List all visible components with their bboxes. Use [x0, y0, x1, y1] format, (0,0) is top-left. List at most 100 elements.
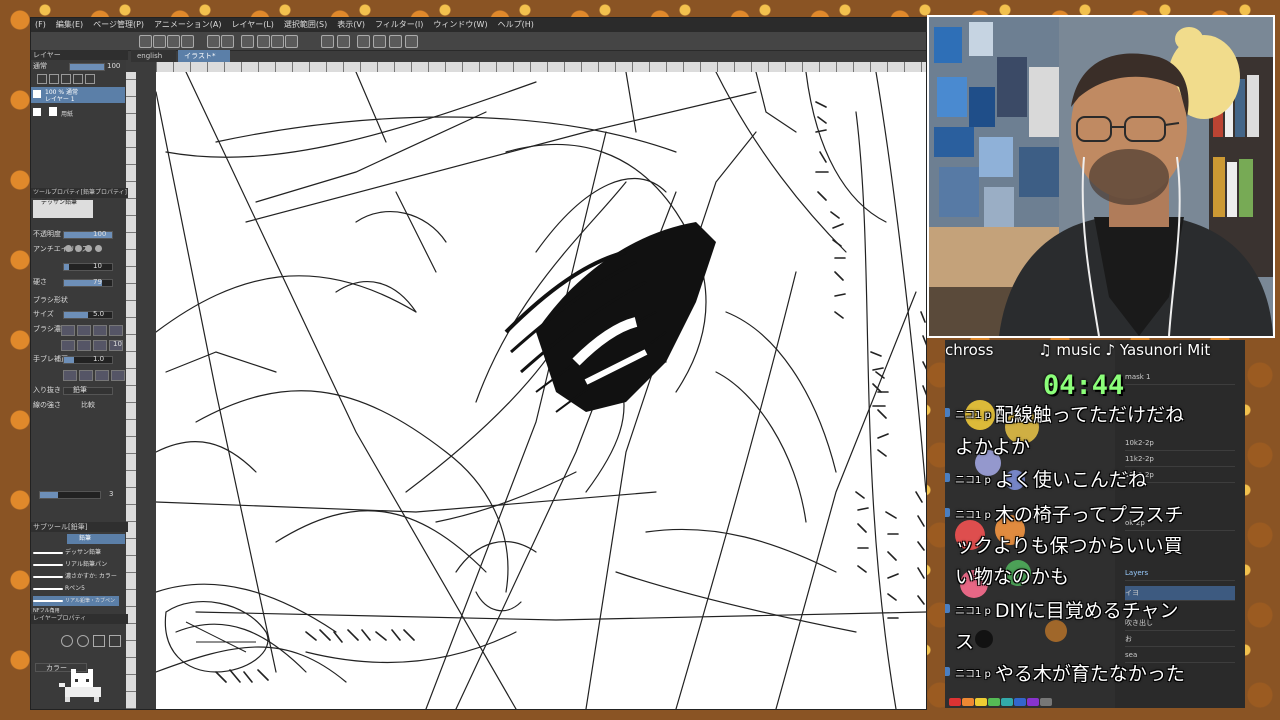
tab-english[interactable]: english: [131, 50, 177, 62]
menu-animation[interactable]: アニメーション(A): [154, 18, 221, 32]
stream-timer: 04:44: [1043, 370, 1125, 401]
sub-tool-tab-pencil[interactable]: 鉛筆: [67, 534, 125, 544]
pen-icon[interactable]: [373, 35, 386, 48]
brush-item-active[interactable]: リアル鉛筆・カブペンNFフル角用: [33, 596, 119, 614]
brush-item[interactable]: Rペン5: [33, 584, 119, 594]
command-bar: [31, 32, 926, 51]
brush-icon[interactable]: [389, 35, 402, 48]
trash-icon[interactable]: [85, 74, 95, 84]
fill-icon[interactable]: [257, 35, 270, 48]
hardness-row[interactable]: 硬さ 79: [33, 278, 123, 287]
chat-user: ニコ1 p: [955, 669, 991, 680]
chat-message: ニコ1 p 配線触ってただけだね: [945, 400, 1245, 431]
row-value: 5.0: [93, 310, 105, 318]
tool-property-title: ツールプロパティ[鉛筆プロパティ]: [31, 188, 128, 198]
new-layer-icon[interactable]: [37, 74, 47, 84]
layer-list-item: mask 1: [1125, 370, 1235, 385]
menu-page[interactable]: ページ管理(P): [93, 18, 144, 32]
row-slider[interactable]: [63, 311, 113, 319]
help-icon[interactable]: [405, 35, 418, 48]
layer-property-title: レイヤープロパティ: [31, 614, 128, 624]
undo-icon[interactable]: [207, 35, 220, 48]
folder-icon[interactable]: [61, 74, 71, 84]
opacity-slider[interactable]: [69, 63, 105, 71]
effect-icon[interactable]: [93, 635, 105, 647]
layer-row-paper[interactable]: 用紙: [31, 105, 125, 119]
hand-row[interactable]: 3: [33, 490, 123, 499]
in-out-row[interactable]: 入り抜き 鉛筆: [33, 386, 123, 395]
brush-item[interactable]: 濃さかすか: カラー: [33, 572, 119, 582]
deselect-icon[interactable]: [321, 35, 334, 48]
webcam-image: [929, 17, 1273, 336]
menu-view[interactable]: 表示(V): [337, 18, 365, 32]
horizontal-ruler: [156, 62, 926, 72]
row-value: 10: [93, 262, 102, 270]
pixel-cat-icon: [59, 669, 101, 702]
row-10b[interactable]: 10: [33, 340, 123, 351]
stroke-options[interactable]: [63, 370, 125, 381]
menu-file[interactable]: (F): [35, 18, 46, 32]
layer-name: 用紙: [61, 111, 74, 118]
eye-icon[interactable]: [33, 90, 41, 98]
row-label: サイズ: [33, 310, 54, 318]
menu-layer[interactable]: レイヤー(L): [231, 18, 273, 32]
density-row[interactable]: ブラシ濃度: [33, 325, 123, 336]
row-value: 1.0: [93, 355, 105, 363]
clear-icon[interactable]: [337, 35, 350, 48]
select-icon[interactable]: [357, 35, 370, 48]
brush-shape-row[interactable]: ブラシ形状: [33, 296, 123, 305]
pin-icon: [945, 508, 950, 517]
chat-user: ニコ1 p: [955, 475, 991, 486]
menu-selection[interactable]: 選択範囲(S): [284, 18, 327, 32]
open-file-icon[interactable]: [153, 35, 166, 48]
save-icon[interactable]: [167, 35, 180, 48]
color-strip: [945, 696, 1245, 708]
brush-item[interactable]: リアル鉛筆パン: [33, 560, 119, 570]
music-label: ♫ music ♪: [1038, 341, 1116, 359]
row-slider[interactable]: [39, 491, 101, 499]
loading-icon[interactable]: [241, 35, 254, 48]
row-slider[interactable]: [63, 387, 113, 395]
drawing-canvas[interactable]: [156, 72, 926, 709]
tab-illustration[interactable]: イラスト*: [178, 50, 230, 62]
layer-icon-row: [37, 74, 123, 84]
density-swatches[interactable]: [61, 325, 123, 336]
antialias-options[interactable]: [65, 245, 102, 252]
strength-row[interactable]: 線の強さ 比較: [33, 401, 123, 410]
row-slider[interactable]: [63, 279, 113, 287]
menu-help[interactable]: ヘルプ(H): [498, 18, 534, 32]
chat-message: ニコ1 p よく使いこんだね: [945, 465, 1245, 496]
blend-mode-label: 通常: [33, 62, 47, 70]
document-tabs: english イラスト*: [131, 50, 230, 62]
effect-icon[interactable]: [61, 635, 73, 647]
vector-layer-icon[interactable]: [49, 74, 59, 84]
menu-filter[interactable]: フィルター(I): [375, 18, 423, 32]
row-10[interactable]: 10: [33, 262, 123, 271]
new-file-icon[interactable]: [139, 35, 152, 48]
menu-edit[interactable]: 編集(E): [56, 18, 83, 32]
size-row[interactable]: サイズ 5.0: [33, 310, 123, 319]
redo-icon[interactable]: [221, 35, 234, 48]
chat-message-cont: い物なのかも: [955, 562, 1245, 593]
menu-bar: (F) 編集(E) ページ管理(P) アニメーション(A) レイヤー(L) 選択…: [31, 18, 930, 32]
paper-thumb: [49, 107, 57, 116]
cut-icon[interactable]: [181, 35, 194, 48]
antialias-row[interactable]: アンチエイリアス: [33, 245, 123, 254]
chat-message-cont: よかよか: [955, 432, 1245, 463]
menu-window[interactable]: ウィンドウ(W): [433, 18, 487, 32]
crop-icon[interactable]: [285, 35, 298, 48]
row-slider[interactable]: [63, 263, 113, 271]
stabilizer-row[interactable]: 手ブレ補正 1.0: [33, 355, 123, 364]
eye-icon[interactable]: [33, 108, 41, 116]
stroke-row[interactable]: [33, 370, 125, 381]
blend-mode-select[interactable]: 通常 100: [33, 62, 123, 71]
transform-icon[interactable]: [271, 35, 284, 48]
row-slider[interactable]: [63, 356, 113, 364]
opacity-row[interactable]: 不透明度 100: [33, 230, 123, 239]
effect-icon[interactable]: [109, 635, 121, 647]
row-value: 鉛筆: [73, 386, 87, 394]
mask-icon[interactable]: [73, 74, 83, 84]
effect-icon[interactable]: [77, 635, 89, 647]
layer-row-active[interactable]: 100 % 通常 レイヤー 1: [31, 87, 125, 103]
brush-item[interactable]: デッサン鉛筆: [33, 548, 119, 558]
